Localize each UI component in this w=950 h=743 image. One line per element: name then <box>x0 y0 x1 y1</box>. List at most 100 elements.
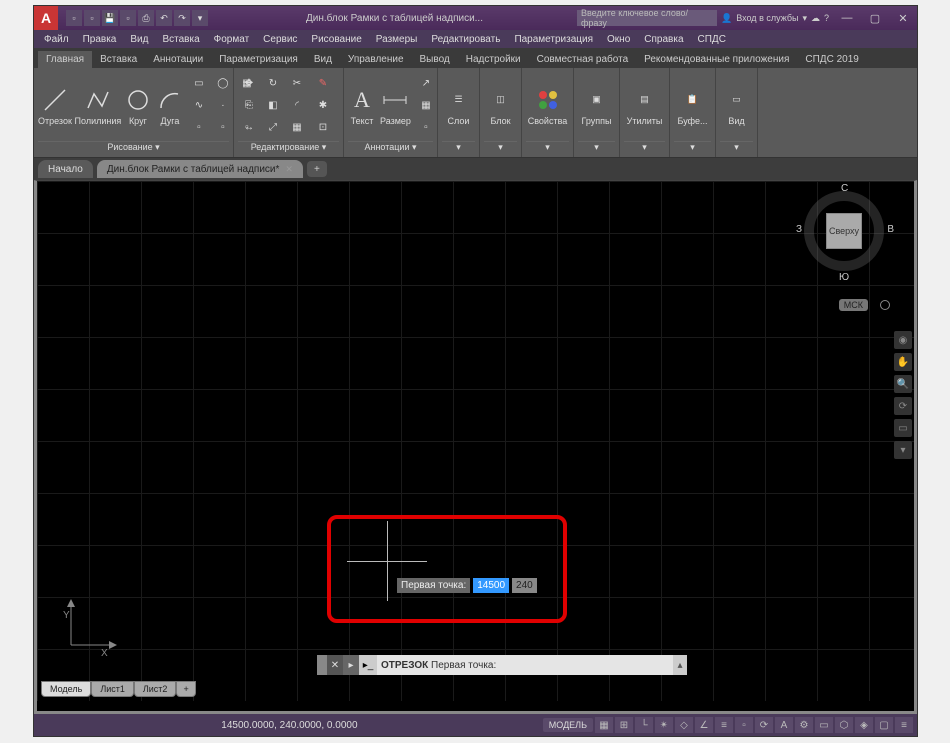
qat-new-icon[interactable]: ▫ <box>66 10 82 26</box>
close-tab-icon[interactable]: ✕ <box>285 164 293 175</box>
sb-lwt-icon[interactable]: ≡ <box>715 717 733 733</box>
dyn-field-y[interactable]: 240 <box>512 578 537 593</box>
sb-transp-icon[interactable]: ▫ <box>735 717 753 733</box>
ribbon-tab-spds[interactable]: СПДС 2019 <box>797 51 866 68</box>
tool-arc[interactable]: Дуга <box>156 86 184 126</box>
viewcube-s[interactable]: Ю <box>839 272 849 283</box>
cmd-history-icon[interactable]: ▴ <box>673 655 687 675</box>
tool-scale-icon[interactable]: ⤢ <box>262 118 284 138</box>
menu-spds[interactable]: СПДС <box>692 34 732 45</box>
viewcube-top[interactable]: Сверху <box>826 213 862 249</box>
layout-tab-1[interactable]: Лист1 <box>91 681 134 697</box>
tool-stretch-icon[interactable]: ↔ <box>238 118 260 138</box>
sb-ws-icon[interactable]: ⚙ <box>795 717 813 733</box>
menu-insert[interactable]: Вставка <box>156 34 205 45</box>
tool-ellipse-icon[interactable]: ◯ <box>212 74 234 94</box>
status-model[interactable]: МОДЕЛЬ <box>543 718 593 732</box>
nav-orbit-icon[interactable]: ⟳ <box>894 397 912 415</box>
nav-pan-icon[interactable]: ✋ <box>894 353 912 371</box>
cmd-close-icon[interactable]: ✕ <box>327 655 343 675</box>
qat-open-icon[interactable]: ▫ <box>84 10 100 26</box>
tool-mtext-icon[interactable]: ▫ <box>415 118 437 138</box>
tool-trim-icon[interactable]: ✂ <box>286 74 308 94</box>
search-input[interactable]: Введите ключевое слово/фразу <box>577 10 717 26</box>
doc-tab-active[interactable]: Дин.блок Рамки с таблицей надписи*✕ <box>97 160 303 178</box>
drawing-canvas[interactable]: // grid lines will be drawn after, but p… <box>34 180 917 714</box>
tool-offset-icon[interactable]: ⊡ <box>312 118 334 138</box>
sb-ortho-icon[interactable]: └ <box>635 717 653 733</box>
sb-clean-icon[interactable]: ▢ <box>875 717 893 733</box>
panel-title-modify[interactable]: Редактирование ▾ <box>238 141 339 155</box>
tool-utilities[interactable]: ▤Утилиты <box>624 86 665 126</box>
sb-iso-icon[interactable]: ⬡ <box>835 717 853 733</box>
viewcube-e[interactable]: В <box>887 224 894 235</box>
add-tab-button[interactable]: + <box>307 161 327 177</box>
exchange-icon[interactable]: ☁ <box>811 13 820 24</box>
menu-window[interactable]: Окно <box>601 34 636 45</box>
layout-tab-add[interactable]: + <box>176 681 195 697</box>
sb-custom-icon[interactable]: ≡ <box>895 717 913 733</box>
sb-monitor-icon[interactable]: ▭ <box>815 717 833 733</box>
tool-move-icon[interactable]: ✥ <box>238 74 260 94</box>
tool-line[interactable]: Отрезок <box>38 86 72 126</box>
dyn-field-x[interactable]: 14500 <box>473 578 509 593</box>
viewcube[interactable]: Сверху С Ю В З <box>804 191 884 271</box>
layout-tab-model[interactable]: Модель <box>41 681 91 697</box>
menu-dim[interactable]: Размеры <box>370 34 424 45</box>
tool-more2-icon[interactable]: ▫ <box>212 118 234 138</box>
viewcube-w[interactable]: З <box>796 224 802 235</box>
tool-clipboard[interactable]: 📋Буфе... <box>674 86 711 126</box>
ribbon-tab-addins[interactable]: Надстройки <box>458 51 529 68</box>
ribbon-tab-param[interactable]: Параметризация <box>211 51 306 68</box>
tool-rect-icon[interactable]: ▭ <box>188 74 210 94</box>
qat-redo-icon[interactable]: ↷ <box>174 10 190 26</box>
tool-table-icon[interactable]: ▦ <box>415 96 437 116</box>
cmd-drag-handle[interactable] <box>317 655 327 675</box>
wcs-badge[interactable]: МСК <box>839 299 868 311</box>
sb-qs-icon[interactable]: ⟳ <box>755 717 773 733</box>
panel-title-annot[interactable]: Аннотации ▾ <box>348 141 433 155</box>
tool-more1-icon[interactable]: ▫ <box>188 118 210 138</box>
menu-help[interactable]: Справка <box>638 34 689 45</box>
sb-grid-icon[interactable]: ▦ <box>595 717 613 733</box>
menu-format[interactable]: Формат <box>208 34 256 45</box>
menu-modify[interactable]: Редактировать <box>425 34 506 45</box>
sb-osnap-icon[interactable]: ◇ <box>675 717 693 733</box>
nav-zoom-icon[interactable]: 🔍 <box>894 375 912 393</box>
layout-tab-2[interactable]: Лист2 <box>134 681 177 697</box>
tool-point-icon[interactable]: · <box>212 96 234 116</box>
tool-spline-icon[interactable]: ∿ <box>188 96 210 116</box>
tool-groups[interactable]: ▣Группы <box>578 86 615 126</box>
tool-copy-icon[interactable]: ⎘ <box>238 96 260 116</box>
cmd-recent-icon[interactable]: ▸ <box>343 655 359 675</box>
minimize-button[interactable]: — <box>833 8 861 28</box>
command-line[interactable]: ✕ ▸ ▸_ ОТРЕЗОК Первая точка: ▴ <box>317 655 687 675</box>
app-logo[interactable]: A <box>34 6 58 30</box>
tool-erase-icon[interactable]: ✎ <box>312 74 334 94</box>
ribbon-tab-view[interactable]: Вид <box>306 51 340 68</box>
sb-polar-icon[interactable]: ✴ <box>655 717 673 733</box>
tool-properties[interactable]: Свойства <box>526 86 569 126</box>
tool-rotate-icon[interactable]: ↻ <box>262 74 284 94</box>
sb-hw-icon[interactable]: ◈ <box>855 717 873 733</box>
tool-explode-icon[interactable]: ✱ <box>312 96 334 116</box>
tool-view[interactable]: ▭Вид <box>720 86 753 126</box>
tool-circle[interactable]: Круг <box>124 86 152 126</box>
ribbon-tab-insert[interactable]: Вставка <box>92 51 145 68</box>
help-icon[interactable]: ? <box>824 13 829 23</box>
menu-draw[interactable]: Рисование <box>305 34 367 45</box>
panel-title-draw[interactable]: Рисование ▾ <box>38 141 229 155</box>
qat-more-icon[interactable]: ▾ <box>192 10 208 26</box>
menu-param[interactable]: Параметризация <box>508 34 599 45</box>
nav-more-icon[interactable]: ▾ <box>894 441 912 459</box>
nav-show-icon[interactable]: ▭ <box>894 419 912 437</box>
nav-wheel-icon[interactable]: ◉ <box>894 331 912 349</box>
tool-layers[interactable]: ☰Слои <box>442 86 475 126</box>
qat-saveas-icon[interactable]: ▫ <box>120 10 136 26</box>
doc-tab-start[interactable]: Начало <box>38 160 93 178</box>
sb-otrack-icon[interactable]: ∠ <box>695 717 713 733</box>
user-icon[interactable]: 👤 <box>721 13 732 24</box>
qat-save-icon[interactable]: 💾 <box>102 10 118 26</box>
ribbon-tab-annotate[interactable]: Аннотации <box>145 51 211 68</box>
menu-edit[interactable]: Правка <box>77 34 123 45</box>
